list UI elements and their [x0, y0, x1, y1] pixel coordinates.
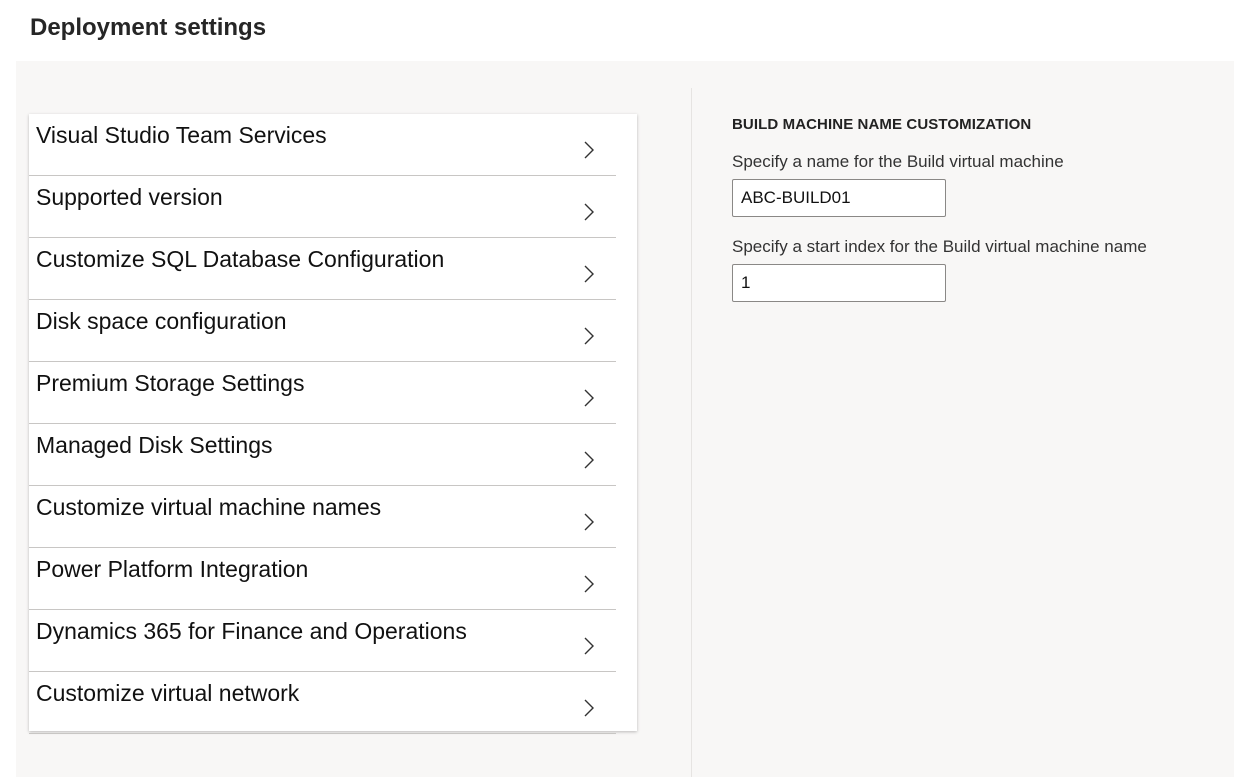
build-vm-start-index-label: Specify a start index for the Build virt… [732, 237, 1147, 256]
content-area: Visual Studio Team Services Supported ve… [16, 61, 1234, 777]
nav-item-label: Visual Studio Team Services [36, 122, 327, 148]
nav-item-customize-virtual-network[interactable]: Customize virtual network [29, 672, 616, 734]
nav-item-label: Power Platform Integration [36, 556, 309, 582]
nav-item-label: Dynamics 365 for Finance and Operations [36, 618, 467, 644]
nav-item-label: Supported version [36, 184, 223, 210]
pane-divider [691, 88, 692, 777]
nav-item-premium-storage-settings[interactable]: Premium Storage Settings [29, 362, 616, 424]
chevron-right-icon [582, 326, 596, 346]
nav-item-managed-disk-settings[interactable]: Managed Disk Settings [29, 424, 616, 486]
nav-item-label: Disk space configuration [36, 308, 287, 334]
chevron-right-icon [582, 574, 596, 594]
chevron-right-icon [582, 698, 596, 718]
chevron-right-icon [582, 636, 596, 656]
nav-item-supported-version[interactable]: Supported version [29, 176, 616, 238]
nav-item-dynamics-365[interactable]: Dynamics 365 for Finance and Operations [29, 610, 616, 672]
nav-item-label: Customize SQL Database Configuration [36, 246, 445, 272]
chevron-right-icon [582, 264, 596, 284]
chevron-right-icon [582, 202, 596, 222]
nav-item-label: Premium Storage Settings [36, 370, 305, 396]
section-heading: BUILD MACHINE NAME CUSTOMIZATION [732, 116, 1032, 133]
nav-item-power-platform-integration[interactable]: Power Platform Integration [29, 548, 616, 610]
chevron-right-icon [582, 450, 596, 470]
nav-item-customize-sql-database-configuration[interactable]: Customize SQL Database Configuration [29, 238, 616, 300]
build-vm-name-input[interactable] [732, 179, 946, 217]
nav-item-visual-studio-team-services[interactable]: Visual Studio Team Services [29, 114, 616, 176]
chevron-right-icon [582, 140, 596, 160]
nav-item-label: Customize virtual network [36, 680, 300, 706]
page-title: Deployment settings [30, 14, 267, 41]
nav-item-disk-space-configuration[interactable]: Disk space configuration [29, 300, 616, 362]
build-vm-name-label: Specify a name for the Build virtual mac… [732, 152, 1064, 171]
chevron-right-icon [582, 512, 596, 532]
build-vm-start-index-input[interactable] [732, 264, 946, 302]
settings-nav-panel: Visual Studio Team Services Supported ve… [29, 114, 637, 734]
nav-item-label: Managed Disk Settings [36, 432, 273, 458]
details-pane: BUILD MACHINE NAME CUSTOMIZATION Specify… [732, 116, 1212, 302]
nav-item-label: Customize virtual machine names [36, 494, 382, 520]
nav-item-customize-virtual-machine-names[interactable]: Customize virtual machine names [29, 486, 616, 548]
chevron-right-icon [582, 388, 596, 408]
